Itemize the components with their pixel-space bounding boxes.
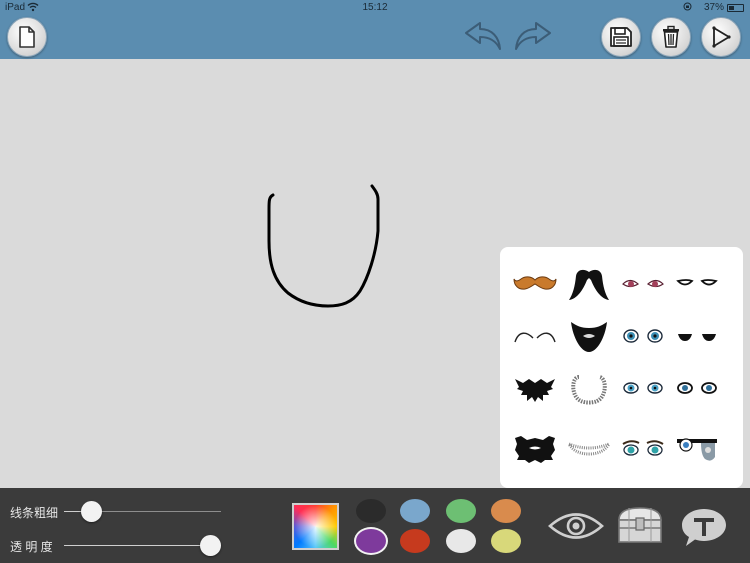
- color-swatch-red[interactable]: [400, 529, 430, 553]
- eyes-icon: [622, 279, 664, 288]
- sticker-spiky-beard[interactable]: [508, 365, 562, 411]
- color-swatch-orange[interactable]: [491, 499, 521, 523]
- sticker-outline-eyes[interactable]: [670, 261, 724, 307]
- treasure-chest-icon: [618, 507, 662, 543]
- opacity-label: 透 明 度: [10, 540, 53, 554]
- play-triangle-icon: [712, 26, 731, 48]
- sticker-pink-eyes[interactable]: [616, 261, 670, 307]
- top-bar: iPad 15:12 37%: [0, 0, 750, 59]
- sticker-bushy-beard[interactable]: [508, 425, 562, 471]
- beard-icon: [567, 441, 611, 456]
- delete-button[interactable]: [651, 17, 691, 57]
- redo-arrow-icon: [515, 22, 551, 50]
- sticker-stubble-beard[interactable]: [562, 425, 616, 471]
- color-swatch-white[interactable]: [446, 529, 476, 553]
- text-tool-button[interactable]: [678, 504, 730, 550]
- opacity-slider-thumb[interactable]: [200, 535, 221, 556]
- beard-icon: [515, 436, 555, 463]
- beard-icon: [571, 322, 607, 352]
- new-document-button[interactable]: [7, 17, 47, 57]
- sticker-orange-mustache[interactable]: [508, 261, 562, 307]
- sticker-cyan-eyes[interactable]: [616, 365, 670, 411]
- sticker-teal-eyes[interactable]: [616, 425, 670, 471]
- color-swatch-black[interactable]: [356, 499, 386, 523]
- color-swatch-green[interactable]: [446, 499, 476, 523]
- eyes-icon: [623, 329, 663, 343]
- beard-icon: [515, 379, 555, 402]
- line-width-slider-thumb[interactable]: [81, 501, 102, 522]
- sticker-stubble-circle-beard[interactable]: [562, 365, 616, 411]
- document-icon: [19, 26, 35, 48]
- rotation-lock-icon: [683, 2, 692, 13]
- undo-arrow-icon: [465, 22, 501, 50]
- eyes-icon: [622, 440, 664, 456]
- battery-icon: [727, 4, 744, 12]
- floppy-disk-icon: [610, 27, 632, 47]
- eyes-icon: [678, 334, 716, 341]
- line-width-label: 线条粗细: [10, 506, 59, 520]
- undo-button[interactable]: [461, 15, 507, 55]
- eyes-icon: [623, 382, 663, 394]
- sticker-zombie-eyes[interactable]: [670, 425, 724, 471]
- status-bar: iPad 15:12 37%: [0, 0, 750, 16]
- color-wheel-picker[interactable]: [292, 503, 339, 550]
- sticker-full-beard[interactable]: [562, 313, 616, 359]
- eye-tool-button[interactable]: [547, 503, 605, 549]
- sticker-blue-anime-eyes[interactable]: [616, 313, 670, 359]
- color-swatch-yellow-green[interactable]: [491, 529, 521, 553]
- eyes-icon: [676, 279, 718, 286]
- sticker-chest-button[interactable]: [614, 500, 666, 550]
- redo-button[interactable]: [509, 15, 555, 55]
- mustache-icon: [514, 332, 556, 343]
- battery-percent: 37%: [703, 2, 724, 13]
- eye-icon: [548, 513, 604, 539]
- beard-icon: [571, 375, 607, 405]
- sticker-thin-mustache[interactable]: [508, 313, 562, 359]
- sticker-picker-popup: [500, 247, 743, 488]
- color-swatch-purple[interactable]: [356, 529, 386, 553]
- sticker-black-eyes[interactable]: [670, 313, 724, 359]
- color-swatch-light-blue[interactable]: [400, 499, 430, 523]
- save-button[interactable]: [601, 17, 641, 57]
- text-bubble-icon: [682, 509, 726, 546]
- eyes-icon: [677, 382, 717, 394]
- trash-icon: [663, 25, 679, 48]
- play-button[interactable]: [701, 17, 741, 57]
- sticker-black-mustache[interactable]: [562, 261, 616, 307]
- clock: 15:12: [362, 2, 388, 13]
- mustache-icon: [569, 269, 609, 300]
- mustache-icon: [513, 276, 557, 290]
- eyes-icon: [677, 438, 717, 461]
- sticker-small-blue-eyes[interactable]: [670, 365, 724, 411]
- opacity-slider-fill: [64, 545, 210, 546]
